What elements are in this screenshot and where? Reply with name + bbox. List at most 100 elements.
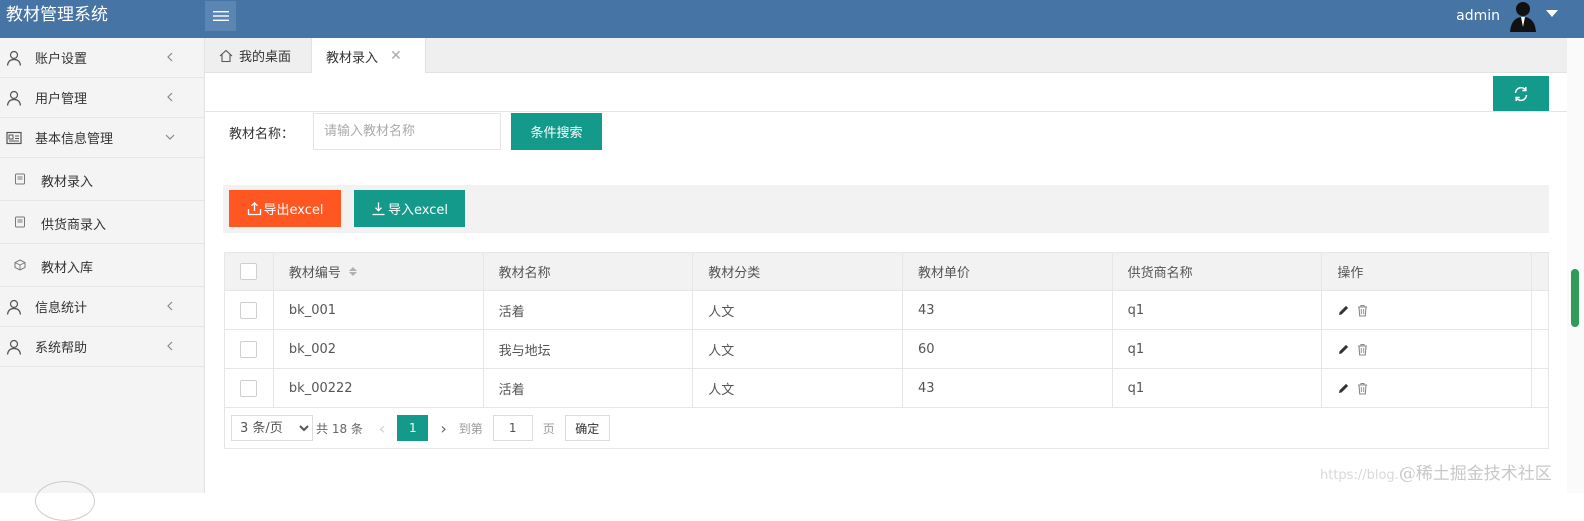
table-cell: 人文 [693, 330, 903, 368]
table-cell: 我与地坛 [484, 330, 694, 368]
tab-label: 我的桌面 [239, 50, 292, 65]
watermark-text: @稀土掘金技术社区 [1398, 464, 1552, 484]
header-checkbox-cell [225, 253, 274, 290]
box-icon [14, 259, 26, 271]
table-cell: 60 [903, 330, 1113, 368]
edit-icon[interactable] [1337, 382, 1350, 395]
refresh-button[interactable] [1493, 76, 1549, 112]
sidebar-subitem-label: 教材录入 [41, 175, 94, 190]
row-checkbox[interactable] [240, 301, 258, 319]
user-menu[interactable]: admin [1456, 0, 1558, 32]
table-cell: q1 [1113, 330, 1323, 368]
sidebar-item-label: 账户设置 [35, 52, 88, 67]
table-cell: 43 [903, 291, 1113, 329]
chevron-down-icon [165, 134, 175, 140]
row-checkbox[interactable] [240, 379, 258, 397]
column-header[interactable]: 教材编号 [274, 253, 484, 290]
trash-icon[interactable] [1356, 304, 1369, 317]
sidebar-item-label: 基本信息管理 [35, 132, 114, 147]
table-cell: 43 [903, 369, 1113, 407]
chevron-down-icon [1546, 9, 1558, 17]
select-all-checkbox[interactable] [240, 263, 258, 280]
home-icon [219, 49, 233, 62]
table-cell: bk_00222 [274, 369, 484, 407]
column-header-label: 教材编号 [288, 266, 341, 281]
goto-confirm-button[interactable]: 确定 [564, 415, 610, 441]
goto-label: 到第 [458, 421, 483, 436]
column-header-label: 教材分类 [708, 266, 761, 281]
table-row: bk_002 我与地坛 人文 60 q1 [225, 330, 1548, 369]
import-excel-button[interactable]: 导入excel [354, 190, 465, 227]
column-header: 供货商名称 [1113, 253, 1323, 290]
sidebar-subitem-supplier-entry[interactable]: 供货商录入 [0, 201, 204, 244]
row-checkbox[interactable] [240, 340, 258, 358]
trash-icon[interactable] [1356, 343, 1369, 356]
current-page-button[interactable]: 1 [397, 415, 429, 441]
menu-toggle-button[interactable] [205, 1, 236, 31]
sidebar-subitem-label: 教材入库 [41, 261, 94, 276]
chevron-left-icon [167, 301, 173, 311]
sidebar-subitem-textbook-stock-in[interactable]: 教材入库 [0, 244, 204, 287]
username: admin [1456, 8, 1500, 24]
column-header-label: 教材单价 [917, 266, 970, 281]
edit-icon[interactable] [1337, 304, 1350, 317]
close-icon[interactable]: ✕ [390, 48, 402, 64]
edit-icon[interactable] [1337, 343, 1350, 356]
chevron-left-icon [167, 92, 173, 102]
scrollbar-thumb[interactable] [1571, 269, 1579, 327]
export-label: 导出excel [263, 203, 324, 218]
sidebar-item-statistics[interactable]: 信息统计 [0, 287, 204, 327]
sidebar-item-system-help[interactable]: 系统帮助 [0, 327, 204, 367]
sidebar-item-user-management[interactable]: 用户管理 [0, 78, 204, 118]
watermark-url: https://blog. [1320, 468, 1399, 483]
tab-home[interactable]: 我的桌面 [205, 38, 311, 73]
table-header: 教材编号 教材名称 教材分类 教材单价 供货商名称 操作 [225, 253, 1548, 291]
document-icon [15, 216, 25, 228]
textbook-name-input[interactable] [313, 113, 501, 150]
table-cell: q1 [1113, 369, 1323, 407]
trash-icon[interactable] [1356, 382, 1369, 395]
sidebar: 账户设置 用户管理 基本信息管理 教材录入 供货商录入 教材入库 信息统计 系统… [0, 38, 205, 521]
scrollbar[interactable] [1567, 38, 1584, 493]
table-cell: q1 [1113, 291, 1323, 329]
row-checkbox-cell [225, 369, 274, 407]
app-title: 教材管理系统 [6, 5, 108, 25]
row-spacer [1532, 369, 1548, 407]
goto-page-input[interactable] [492, 415, 533, 441]
row-spacer [1532, 330, 1548, 368]
table-row: bk_00222 活着 人文 43 q1 [225, 369, 1548, 408]
sidebar-item-account-settings[interactable]: 账户设置 [0, 38, 204, 78]
row-spacer [1532, 291, 1548, 329]
toolbar: 导出excel 导入excel [223, 185, 1549, 233]
actions-cell [1322, 369, 1533, 407]
actions-cell [1322, 291, 1533, 329]
user-icon [6, 50, 22, 66]
tab-textbook-entry[interactable]: 教材录入 ✕ [311, 38, 426, 74]
sidebar-subitem-label: 供货商录入 [41, 218, 107, 233]
prev-page-icon[interactable]: ‹ [379, 419, 385, 438]
pagination: 3 条/页 共 18 条 ‹ 1 › 到第 页 确定 [225, 408, 1548, 448]
row-checkbox-cell [225, 291, 274, 329]
page-size-select[interactable]: 3 条/页 [231, 415, 313, 441]
divider [205, 111, 1567, 112]
upload-icon [247, 201, 261, 216]
sidebar-item-label: 信息统计 [35, 301, 88, 316]
id-card-icon [6, 131, 22, 145]
sidebar-subitem-textbook-entry[interactable]: 教材录入 [0, 158, 204, 201]
sidebar-item-basic-info[interactable]: 基本信息管理 [0, 118, 204, 158]
main-content: 教材名称： 条件搜索 导出excel 导入excel 教材编号 [205, 73, 1567, 493]
column-header-label: 供货商名称 [1127, 266, 1193, 281]
column-header-label: 教材名称 [498, 266, 551, 281]
page-unit-label: 页 [542, 421, 555, 436]
tab-label: 教材录入 [326, 50, 379, 66]
next-page-icon[interactable]: › [440, 419, 446, 438]
table-cell: 人文 [693, 291, 903, 329]
user-icon [6, 339, 22, 355]
table-cell: 人文 [693, 369, 903, 407]
tab-bar: 我的桌面 教材录入 ✕ [205, 38, 1567, 74]
column-header: 操作 [1322, 253, 1533, 290]
sort-icon[interactable] [348, 267, 357, 276]
chevron-left-icon [167, 341, 173, 351]
search-button[interactable]: 条件搜索 [511, 113, 602, 150]
export-excel-button[interactable]: 导出excel [229, 190, 341, 227]
